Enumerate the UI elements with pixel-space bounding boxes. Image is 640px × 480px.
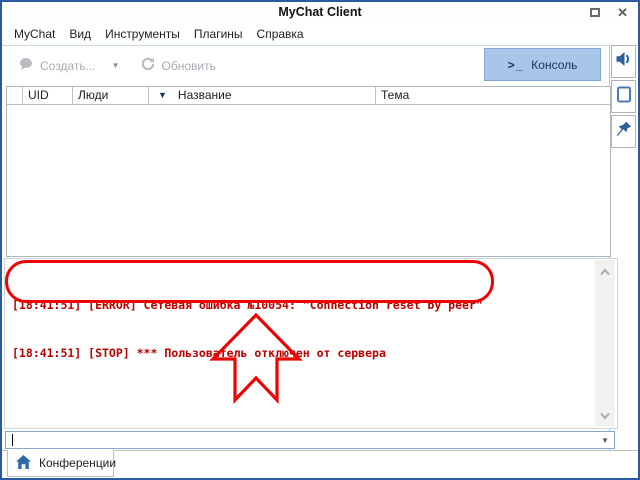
bottom-tab-bar: Конференции: [2, 450, 638, 478]
menu-help[interactable]: Справка: [250, 23, 311, 45]
console-button-label: Консоль: [531, 57, 578, 72]
conference-table: UID Люди ▼ Название Тема: [6, 86, 611, 257]
text-caret: [12, 434, 13, 446]
console-log: [18:41:51] [ERROR] Сетевая ошибка №10054…: [12, 265, 483, 393]
table-header-row: UID Люди ▼ Название Тема: [7, 87, 610, 105]
maximize-icon: [590, 8, 601, 17]
menu-mychat[interactable]: MyChat: [7, 23, 62, 45]
pin-window-button[interactable]: [611, 115, 636, 148]
notes-panel-icon: [616, 86, 632, 108]
menu-view[interactable]: Вид: [62, 23, 98, 45]
window-controls: ✕: [573, 2, 628, 23]
mychat-client-window: MyChat Client ✕ MyChat Вид Инструменты П…: [0, 0, 640, 480]
refresh-button-label: Обновить: [161, 58, 216, 73]
scroll-up-icon[interactable]: [599, 268, 611, 276]
pin-icon: [616, 121, 632, 142]
terminal-icon: >_: [507, 57, 524, 72]
tab-conferences-label: Конференции: [39, 456, 117, 470]
notes-panel-button[interactable]: [611, 80, 636, 113]
sort-descending-icon: ▼: [158, 90, 167, 100]
window-title: MyChat Client: [278, 5, 362, 19]
title-bar: MyChat Client ✕: [2, 2, 638, 23]
maximize-button[interactable]: [590, 8, 601, 17]
toolbar-left-group: Создать... ▼ Обновить: [18, 46, 216, 85]
menu-tools[interactable]: Инструменты: [98, 23, 187, 45]
console-line-error: [18:41:51] [ERROR] Сетевая ошибка №10054…: [12, 298, 483, 312]
table-body-empty[interactable]: [7, 105, 610, 256]
volume-icon: [615, 51, 632, 72]
create-dropdown-button[interactable]: ▼: [112, 61, 120, 70]
create-button-label: Создать...: [40, 58, 96, 73]
console-line-stop: [18:41:51] [STOP] *** Пользователь отклю…: [12, 346, 386, 360]
column-people[interactable]: Люди: [73, 87, 149, 104]
sound-toggle-button[interactable]: [611, 45, 636, 78]
tab-conferences[interactable]: Конференции: [7, 450, 117, 477]
menu-bar: MyChat Вид Инструменты Плагины Справка: [2, 23, 638, 45]
console-toggle-button[interactable]: >_ Консоль: [484, 48, 601, 81]
refresh-icon: [140, 56, 156, 75]
column-name-label: Название: [177, 88, 232, 102]
console-command-input[interactable]: ▼: [5, 431, 615, 449]
input-dropdown-icon[interactable]: ▼: [601, 436, 609, 445]
column-topic[interactable]: Тема: [376, 87, 610, 104]
console-scrollbar[interactable]: [595, 260, 615, 426]
column-name[interactable]: ▼ Название: [149, 87, 376, 104]
toolbar: Создать... ▼ Обновить >_ Консоль: [2, 45, 638, 85]
column-uid[interactable]: UID: [23, 87, 73, 104]
close-button[interactable]: ✕: [617, 2, 628, 23]
refresh-button[interactable]: Обновить: [140, 56, 216, 75]
column-select[interactable]: [7, 87, 23, 104]
home-icon: [15, 454, 32, 473]
scroll-down-icon[interactable]: [599, 412, 611, 420]
create-button[interactable]: Создать...: [18, 56, 96, 75]
column-people-label: Люди: [78, 88, 109, 102]
console-output-area[interactable]: [18:41:51] [ERROR] Сетевая ошибка №10054…: [4, 258, 618, 429]
menu-plugins[interactable]: Плагины: [187, 23, 250, 45]
chat-bubble-icon: [18, 56, 34, 75]
